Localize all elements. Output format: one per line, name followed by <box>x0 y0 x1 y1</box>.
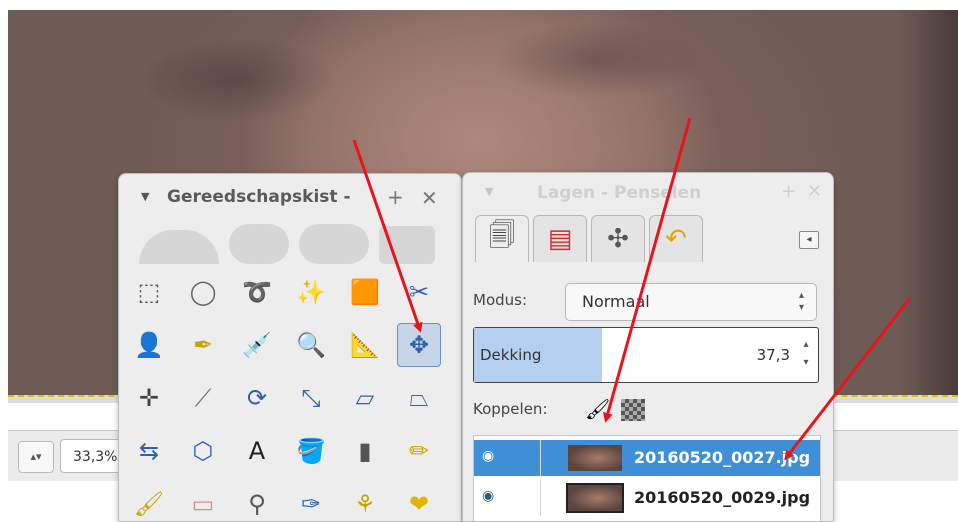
layers-title: Lagen - Penselen <box>537 183 702 203</box>
lock-row: Koppelen: 🖌 <box>473 397 645 421</box>
airbrush-icon[interactable]: ⚲ <box>235 482 279 521</box>
cage-transform-icon[interactable]: ⬡ <box>181 429 225 473</box>
tab-channels[interactable]: ▤ <box>533 215 587 262</box>
toolbox-titlebar[interactable]: ▼ Gereedschapskist - + ✕ <box>119 174 461 222</box>
perspective-icon[interactable]: ⏢ <box>397 376 441 420</box>
bucket-fill-icon[interactable]: 🪣 <box>289 429 333 473</box>
opacity-label: Dekking <box>480 346 542 364</box>
layers-titlebar[interactable]: ▼ Lagen - Penselen + ✕ <box>463 173 833 209</box>
free-select-icon[interactable]: ➰ <box>235 270 279 314</box>
collapse-arrow-icon[interactable]: ▼ <box>485 185 493 198</box>
tab-layers[interactable]: 🗐 <box>475 215 529 262</box>
scissors-select-icon[interactable]: ✂ <box>397 270 441 314</box>
paths-icon[interactable]: ✒ <box>181 323 225 367</box>
fuzzy-select-icon[interactable]: ✨ <box>289 270 333 314</box>
layer-thumbnail <box>566 483 624 513</box>
canvas-shade <box>898 10 958 395</box>
toolbox-title: Gereedschapskist - <box>167 187 351 207</box>
scale-icon[interactable]: ⤡ <box>289 376 333 420</box>
tab-paths[interactable]: ✣ <box>591 215 645 262</box>
close-icon[interactable]: ✕ <box>421 186 438 210</box>
spinner-icon: ▴ ▾ <box>798 290 804 313</box>
clone-icon[interactable]: ⚘ <box>343 482 387 521</box>
heal-icon[interactable]: ❤ <box>397 482 441 521</box>
layer-name: 20160520_0029.jpg <box>634 488 811 507</box>
toolbox-dialog: ▼ Gereedschapskist - + ✕ ⬚ ◯ ➰ ✨ 🟧 ✂ 👤 ✒ 💉 🔍 📐 ✥ ✛ ⟋ ⟳… <box>118 173 462 522</box>
shear-icon[interactable]: ▱ <box>343 376 387 420</box>
mode-select[interactable]: Normaal ▴ ▾ <box>565 283 817 321</box>
close-icon[interactable]: ✕ <box>807 181 822 202</box>
zoom-icon[interactable]: 🔍 <box>289 323 333 367</box>
mode-value: Normaal <box>582 292 650 311</box>
select-by-color-icon[interactable]: 🟧 <box>343 270 387 314</box>
layer-name: 20160520_0027.jpg <box>634 448 811 467</box>
opacity-slider[interactable]: Dekking 37,3 ▴ ▾ <box>473 327 819 383</box>
measure-icon[interactable]: 📐 <box>343 323 387 367</box>
ink-icon[interactable]: ✑ <box>289 482 333 521</box>
crop-icon[interactable]: ⟋ <box>181 376 225 420</box>
zoom-unit-stepper[interactable]: ▴▾ <box>18 441 54 473</box>
layers-dialog: ▼ Lagen - Penselen + ✕ 🗐 ▤ ✣ ↶ ◂ Modus: Nor… <box>462 172 834 522</box>
rect-select-icon[interactable]: ⬚ <box>127 270 171 314</box>
text-icon[interactable]: A <box>235 429 279 473</box>
layer-list: ◉ 20160520_0027.jpg ◉ 20160520_0029.jpg <box>473 435 821 521</box>
eraser-icon[interactable]: ▭ <box>181 482 225 521</box>
color-picker-icon[interactable]: 💉 <box>235 323 279 367</box>
layer-row[interactable]: ◉ 20160520_0027.jpg <box>474 440 820 476</box>
rotate-icon[interactable]: ⟳ <box>235 376 279 420</box>
collapse-arrow-icon[interactable]: ▼ <box>141 190 149 203</box>
chain-toggle[interactable] <box>540 440 541 476</box>
opacity-value: 37,3 <box>756 346 790 364</box>
mode-label: Modus: <box>473 291 528 309</box>
chain-toggle[interactable] <box>540 480 541 516</box>
visibility-eye-icon[interactable]: ◉ <box>482 488 494 504</box>
opacity-spinner-icon[interactable]: ▴ ▾ <box>798 336 814 372</box>
tab-undo[interactable]: ↶ <box>649 215 703 262</box>
lock-pixels-icon[interactable]: 🖌 <box>585 397 610 421</box>
tab-menu-icon[interactable]: ◂ <box>799 231 819 249</box>
blend-icon[interactable]: ▮ <box>343 429 387 473</box>
foreground-select-icon[interactable]: 👤 <box>127 323 171 367</box>
align-icon[interactable]: ✛ <box>127 376 171 420</box>
gimp-logo <box>139 224 435 264</box>
paintbrush-icon[interactable]: 🖌 <box>127 482 171 521</box>
layer-thumbnail <box>566 443 624 473</box>
pencil-icon[interactable]: ✏ <box>397 429 441 473</box>
ellipse-select-icon[interactable]: ◯ <box>181 270 225 314</box>
lock-alpha-icon[interactable] <box>621 399 645 421</box>
add-tab-icon[interactable]: + <box>387 185 404 209</box>
lock-label: Koppelen: <box>473 400 548 418</box>
flip-icon[interactable]: ⇆ <box>127 429 171 473</box>
layer-row[interactable]: ◉ 20160520_0029.jpg <box>474 480 820 516</box>
add-tab-icon[interactable]: + <box>781 181 796 202</box>
move-icon[interactable]: ✥ <box>397 323 441 367</box>
visibility-eye-icon[interactable]: ◉ <box>482 448 494 464</box>
